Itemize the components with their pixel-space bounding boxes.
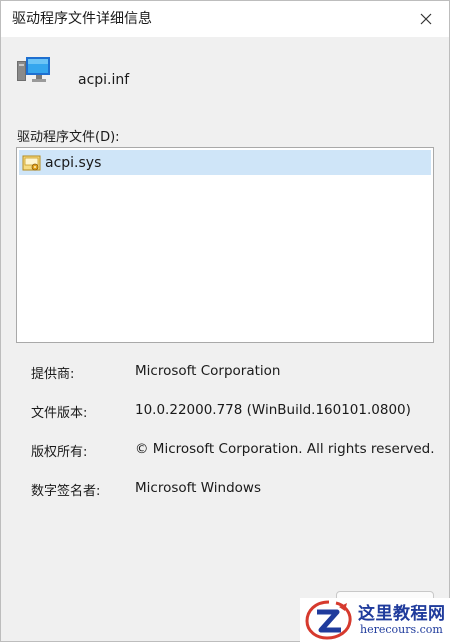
copyright-value: © Microsoft Corporation. All rights rese… [135,441,435,457]
provider-value: Microsoft Corporation [135,363,281,379]
file-version-row: 文件版本: 10.0.22000.778 (WinBuild.160101.08… [31,402,446,422]
signer-value: Microsoft Windows [135,480,261,496]
site-watermark: 这里教程网 herecours.com [300,598,450,642]
provider-label: 提供商: [31,367,75,382]
driver-files-list[interactable]: acpi.sys [16,147,434,343]
window-title: 驱动程序文件详细信息 [12,11,152,27]
copyright-row: 版权所有: © Microsoft Corporation. All right… [31,441,446,461]
driver-files-label: 驱动程序文件(D): [17,130,120,145]
computer-monitor-icon [17,57,50,82]
signer-label: 数字签名者: [31,484,101,499]
title-bar: 驱动程序文件详细信息 [1,1,449,37]
driver-inf-name: acpi.inf [78,72,130,88]
watermark-url: herecours.com [360,623,443,636]
provider-row: 提供商: Microsoft Corporation [31,363,446,383]
list-item-label: acpi.sys [45,154,102,171]
list-item[interactable]: acpi.sys [19,150,431,175]
close-icon [420,13,432,25]
system-file-icon [22,155,41,170]
driver-file-details-dialog: 驱动程序文件详细信息 acpi.inf 驱动程序文件(D): acpi.sys [0,0,450,642]
close-button[interactable] [403,1,449,37]
file-version-label: 文件版本: [31,406,88,421]
watermark-title: 这里教程网 [358,604,446,624]
copyright-label: 版权所有: [31,445,88,460]
site-logo-icon [305,600,352,640]
file-version-value: 10.0.22000.778 (WinBuild.160101.0800) [135,402,411,418]
signer-row: 数字签名者: Microsoft Windows [31,480,446,500]
